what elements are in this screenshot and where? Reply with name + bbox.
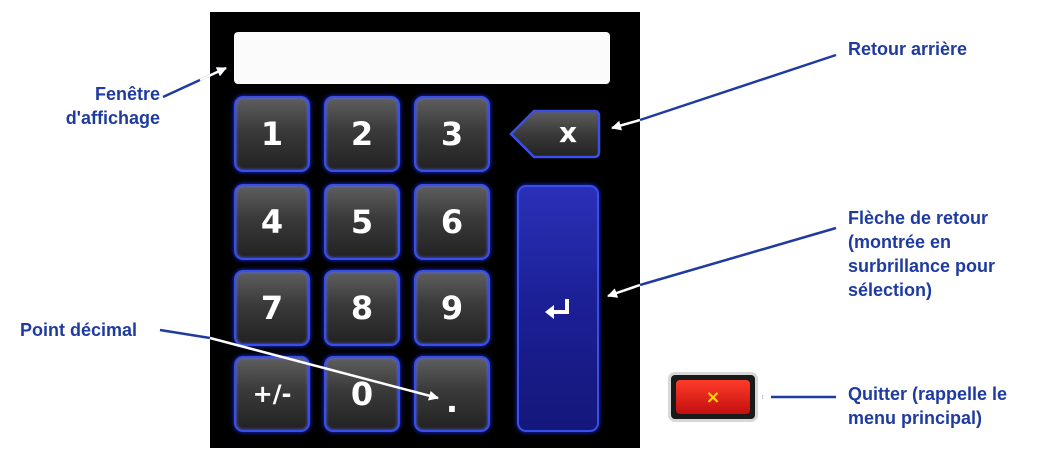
leader-enter-outer <box>639 226 837 287</box>
leader-decimal-inner <box>209 336 439 401</box>
leader-enter-inner <box>607 283 641 298</box>
leader-backspace-outer <box>639 53 837 122</box>
leader-decimal-outer <box>159 328 211 340</box>
callout-leader-lines <box>159 53 837 402</box>
leader-display-window-inner <box>199 66 227 82</box>
leader-backspace-inner <box>611 118 641 131</box>
